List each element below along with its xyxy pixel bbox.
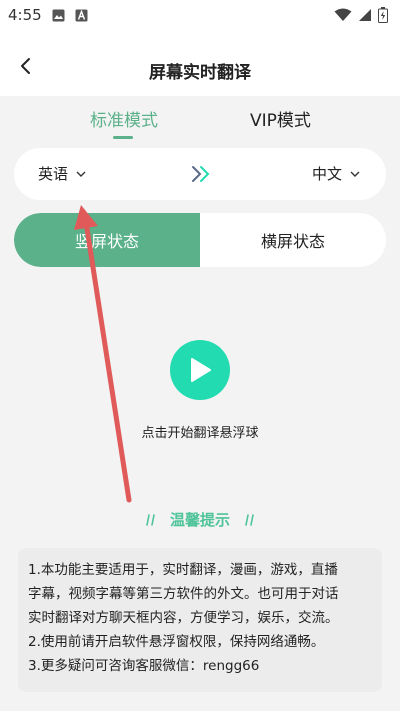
tips-box: 1.本功能主要适用于，实时翻译，漫画，游戏，直播 字幕，视频字幕等第三方软件的外… <box>18 548 382 692</box>
mode-tabs: 标准模式 VIP模式 <box>0 96 400 144</box>
status-left: 4:55 <box>8 6 88 24</box>
status-time: 4:55 <box>8 6 42 24</box>
active-tab-indicator <box>113 136 133 139</box>
double-chevron-right-icon[interactable] <box>190 164 212 184</box>
portrait-mode-button[interactable]: 竖屏状态 <box>14 213 200 267</box>
orientation-toggle: 竖屏状态 横屏状态 <box>14 213 386 267</box>
start-caption: 点击开始翻译悬浮球 <box>141 426 259 441</box>
play-icon <box>191 358 211 382</box>
chevron-down-icon <box>350 171 360 177</box>
tip-line: 3.更多疑问可咨询客服微信：rengg66 <box>28 658 260 674</box>
status-bar: 4:55 <box>0 0 400 30</box>
tip-line: 2.使用前请开启软件悬浮窗权限，保持网络通畅。 <box>28 634 325 650</box>
decorative-slashes-icon <box>245 513 254 526</box>
page-title: 屏幕实时翻译 <box>149 63 251 83</box>
a-letter-icon <box>75 9 88 22</box>
tip-line: 实时翻译对方聊天框内容，方便学习，娱乐，交流。 <box>28 610 339 626</box>
tips-heading: 温馨提示 <box>0 509 400 530</box>
target-language-label: 中文 <box>311 165 342 183</box>
source-language-label: 英语 <box>38 165 69 183</box>
tips-title: 温馨提示 <box>169 511 230 529</box>
landscape-mode-button[interactable]: 横屏状态 <box>200 213 386 267</box>
source-language-select[interactable]: 英语 <box>38 163 86 184</box>
wifi-icon <box>334 8 352 22</box>
tip-line: 字幕，视频字幕等第三方软件的外文。也可用于对话 <box>28 586 339 602</box>
header: 屏幕实时翻译 <box>0 30 400 96</box>
decorative-slashes-icon <box>146 513 155 526</box>
tab-vip-mode[interactable]: VIP模式 <box>250 106 311 131</box>
tab-standard-mode[interactable]: 标准模式 <box>90 106 158 131</box>
tip-line: 1.本功能主要适用于，实时翻译，漫画，游戏，直播 <box>28 562 338 578</box>
image-icon <box>52 9 65 22</box>
battery-charging-icon <box>378 7 388 23</box>
signal-icon <box>358 8 372 22</box>
chevron-down-icon <box>76 171 86 177</box>
start-translation-button[interactable] <box>170 340 230 400</box>
language-bar: 英语 中文 <box>14 148 386 200</box>
status-right <box>334 7 388 23</box>
target-language-select[interactable]: 中文 <box>312 163 360 184</box>
